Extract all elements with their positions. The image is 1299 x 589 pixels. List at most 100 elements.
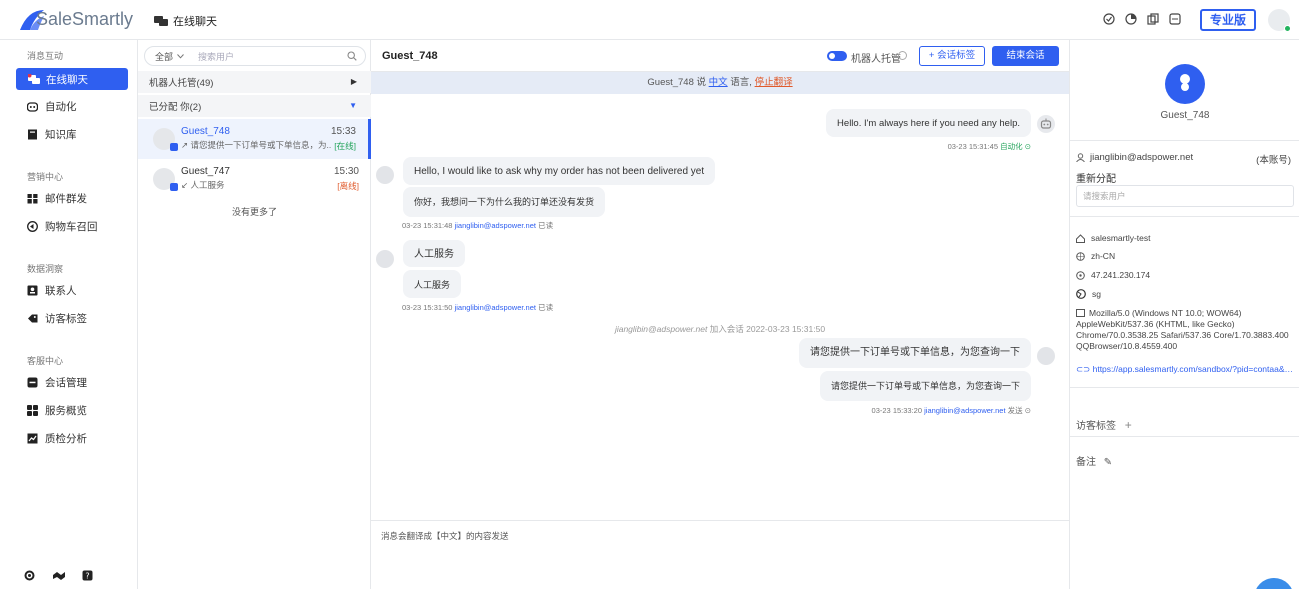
chat-icon (27, 73, 40, 85)
chat-icon (154, 16, 168, 26)
nav-item-cart[interactable]: 购物车召回 (27, 215, 98, 237)
nav-section-data: 数据洞察 (27, 264, 64, 274)
mail-icon (27, 193, 38, 204)
bot-avatar (1037, 115, 1055, 133)
copy-icon[interactable] (1147, 13, 1159, 25)
filter-select[interactable]: 全部 (155, 50, 192, 63)
nav-item-service-overview[interactable]: 服务概览 (27, 399, 87, 421)
composer-hint: 消息会翻译成【中文】的内容发送 (381, 531, 509, 541)
language-link[interactable]: 中文 (709, 77, 728, 88)
chevron-down-icon: ▼ (349, 101, 357, 110)
system-user: jianglibin@adspower.net (614, 324, 708, 334)
add-tag-button[interactable]: + 会话标签 (919, 46, 985, 66)
message-meta: 03-23 15:31:50 jianglibin@adspower.net 已… (402, 302, 553, 313)
svg-text:?: ? (85, 572, 89, 581)
robot-icon (26, 101, 39, 112)
info-country: sg (1076, 289, 1101, 299)
pro-version-button[interactable]: 专业版 (1200, 9, 1256, 31)
message-user: jianglibin@adspower.net (924, 406, 1006, 415)
message-composer[interactable]: 消息会翻译成【中文】的内容发送 (371, 520, 1069, 589)
nav-item-quality[interactable]: 质检分析 (27, 427, 87, 449)
add-tag-icon[interactable]: + (1125, 418, 1132, 432)
edit-icon[interactable]: ✎ (1104, 457, 1112, 468)
top-header: SaleSmartly 在线聊天 专业版 (0, 0, 1299, 40)
nav-item-email[interactable]: 邮件群发 (27, 187, 87, 209)
settings-icon[interactable] (24, 570, 35, 581)
country-value: sg (1092, 289, 1101, 299)
message-status: 发送 ⊙ (1007, 406, 1031, 415)
search-input[interactable]: 搜索用户 (198, 50, 234, 63)
lang-mid: 语言, (727, 77, 755, 88)
conversation-list: 全部 搜索用户 机器人托管(49) ▶ 已分配 你(2) ▼ Guest_748… (138, 40, 371, 589)
nav-item-session-mgmt[interactable]: 会话管理 (27, 371, 87, 393)
search-icon[interactable] (347, 51, 357, 61)
link-icon: ⊂⊃ (1076, 364, 1093, 374)
filter-value: 全部 (155, 51, 174, 62)
agent-note: (本账号) (1256, 155, 1291, 166)
reassign-search-input[interactable]: 请搜索用户 (1076, 185, 1294, 207)
conversation-item[interactable]: Guest_748 15:33 ↗ 请您提供一下订单号或下单信息，为... [在… (138, 119, 371, 159)
system-notice: jianglibin@adspower.net 加入会话 2022-03-23 … (371, 323, 1069, 335)
nav-item-visitor-tags[interactable]: 访客标签 (27, 307, 87, 329)
nav-label: 会话管理 (45, 376, 87, 389)
nav-item-knowledge[interactable]: 知识库 (27, 123, 77, 145)
nav-section-marketing: 营销中心 (27, 172, 64, 182)
user-avatar[interactable] (1268, 9, 1291, 32)
handshake-icon[interactable] (53, 570, 65, 581)
status-icon[interactable] (1103, 13, 1115, 25)
translation-bubble: 你好，我想问一下为什么我的订单还没有发货 (403, 187, 606, 217)
brand-logo[interactable]: SaleSmartly (18, 6, 138, 34)
home-icon (1076, 233, 1085, 243)
language-icon (1076, 251, 1085, 261)
page-url: https://app.salesmartly.com/sandbox/?pid… (1092, 364, 1294, 374)
lang-prefix: Guest_748 说 (647, 77, 709, 88)
cart-recall-icon (27, 220, 38, 232)
brand-name: SaleSmartly (36, 9, 134, 29)
conversation-time: 15:33 (330, 126, 356, 137)
page-title-text: 在线聊天 (173, 16, 217, 28)
sidebar: 消息互动 在线聊天 自动化 知识库 营销中心 邮件群发 购物车召回 数据洞察 联… (0, 40, 138, 589)
nav-item-live-chat[interactable]: 在线聊天 (16, 68, 128, 90)
nav-item-contacts[interactable]: 联系人 (27, 279, 77, 301)
message-meta: 03-23 15:33:20 jianglibin@adspower.net 发… (872, 405, 1031, 416)
agent-avatar (1037, 347, 1055, 365)
message-icon[interactable] (1169, 13, 1181, 25)
user-agent-value: Mozilla/5.0 (Windows NT 10.0; WOW64) App… (1076, 308, 1289, 351)
online-dot (1284, 25, 1291, 32)
chat-panel: Guest_748 机器人托管 + 会话标签 结束会话 Guest_748 说 … (371, 40, 1069, 589)
nav-label: 购物车召回 (45, 220, 98, 233)
group-bot-hosted[interactable]: 机器人托管(49) ▶ (138, 71, 371, 93)
conversation-name: Guest_747 (181, 166, 230, 177)
bot-toggle[interactable] (827, 51, 847, 61)
sidebar-footer: ? (24, 570, 93, 581)
nav-label: 在线聊天 (46, 73, 88, 86)
status-badge: [在线] (334, 141, 356, 151)
stop-translation-link[interactable]: 停止翻译 (755, 77, 793, 88)
visitor-avatar (376, 166, 394, 184)
group-label: 机器人托管(49) (149, 78, 214, 89)
message-time: 03-23 15:31:48 (402, 221, 453, 230)
system-text: 加入会话 2022-03-23 15:31:50 (707, 324, 826, 334)
bot-toggle-label: 机器人托管 (851, 54, 901, 65)
monitor-icon (1076, 309, 1085, 317)
nav-item-automation[interactable]: 自动化 (26, 95, 77, 117)
avatar (153, 128, 178, 151)
group-assigned[interactable]: 已分配 你(2) ▼ (138, 95, 371, 117)
message-status: 自动化 ⊙ (1000, 142, 1031, 151)
question-icon[interactable] (898, 51, 907, 60)
translation-bubble: 请您提供一下订单号或下单信息，为您查询一下 (819, 371, 1031, 401)
end-session-button[interactable]: 结束会话 (992, 46, 1059, 66)
page-url-link[interactable]: ⊂⊃ https://app.salesmartly.com/sandbox/?… (1076, 364, 1294, 375)
message-time: 03-23 15:33:20 (871, 406, 923, 415)
info-project: salesmartly-test (1076, 233, 1151, 243)
help-icon[interactable]: ? (82, 570, 93, 581)
conversation-item[interactable]: Guest_747 15:30 ↙ 人工服务 [离线] (138, 159, 371, 199)
visitor-name: Guest_748 (1160, 110, 1210, 121)
message-time: 03-23 15:31:45 (947, 142, 999, 151)
nav-label: 访客标签 (45, 312, 87, 325)
location-icon (1076, 270, 1085, 280)
translation-bar: Guest_748 说 中文 语言, 停止翻译 (371, 72, 1069, 94)
nav-label: 联系人 (45, 284, 77, 297)
timer-icon[interactable] (1125, 13, 1137, 25)
project-value: salesmartly-test (1091, 233, 1151, 243)
